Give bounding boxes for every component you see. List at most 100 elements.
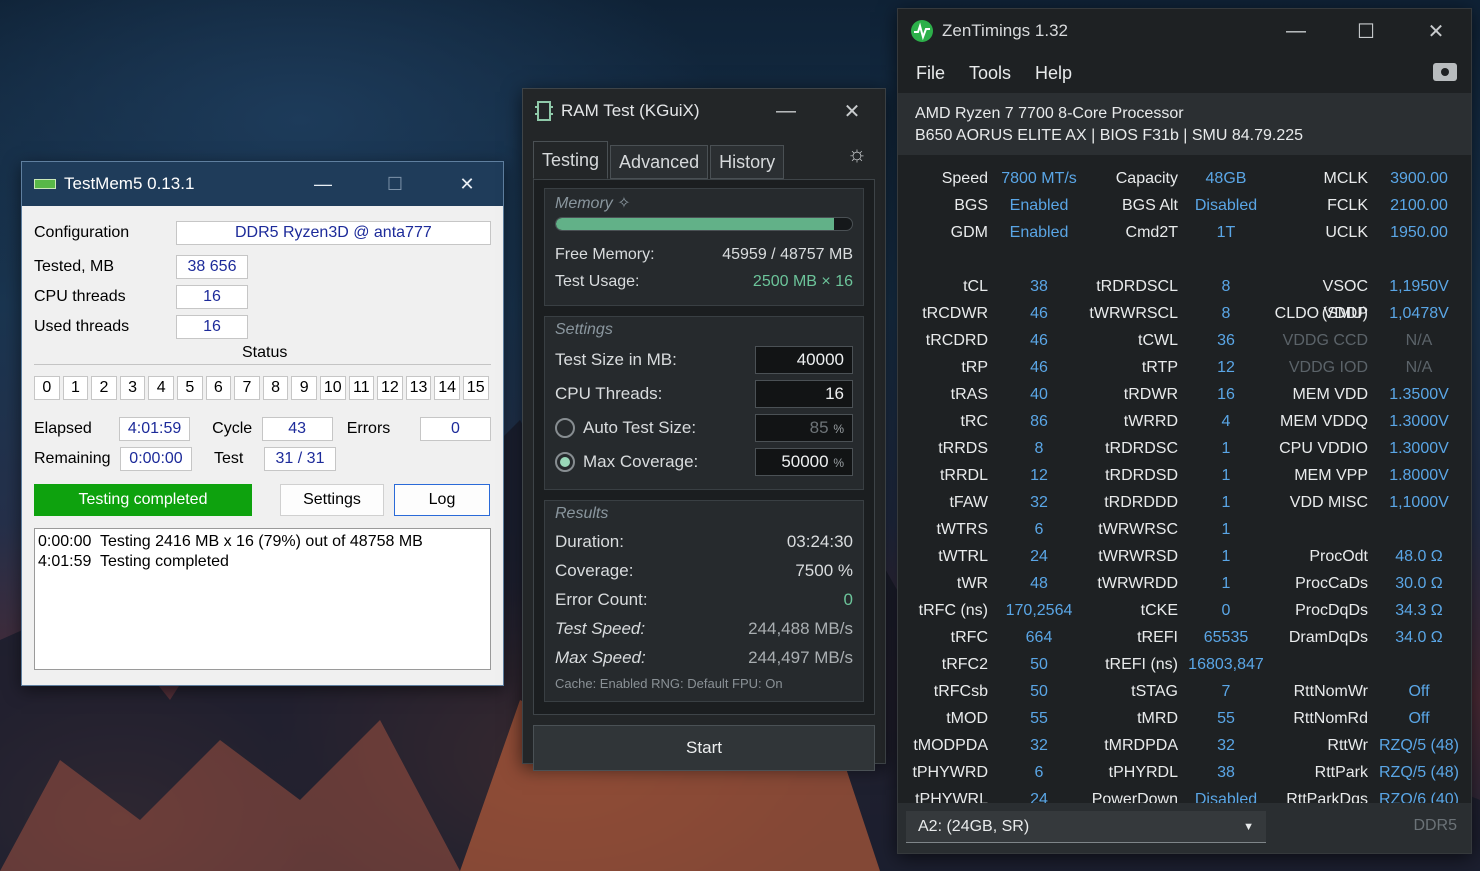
auto-test-size-radio[interactable]: [555, 418, 575, 439]
cpu-threads-label: CPU threads: [34, 288, 126, 305]
test-size-input[interactable]: 40000: [755, 346, 853, 374]
minimize-button[interactable]: —: [1261, 20, 1331, 43]
ramtest-titlebar[interactable]: RAM Test (KGuiX) — ✕: [523, 89, 885, 133]
minimize-button[interactable]: —: [753, 100, 819, 123]
timing-value: 1: [1221, 548, 1231, 565]
auto-test-size-label: Auto Test Size:: [583, 417, 697, 437]
menu-file[interactable]: File: [916, 63, 945, 84]
timing-label: tSTAG: [1131, 683, 1178, 700]
timing-label: tMRDPDA: [1104, 737, 1178, 754]
timing-label: tWR: [956, 575, 988, 592]
timing-value: 48.0 Ω: [1395, 548, 1443, 565]
testmem5-titlebar[interactable]: TestMem5 0.13.1 — ☐ ✕: [22, 162, 503, 206]
timing-label: tRCDRD: [925, 332, 988, 349]
timing-label: tCWL: [1138, 332, 1178, 349]
tab-testing[interactable]: Testing: [533, 141, 609, 179]
timing-value: Enabled: [1009, 224, 1069, 241]
thread-status-cell: 6: [205, 376, 232, 400]
timing-label: tPHYRDL: [1108, 764, 1178, 781]
test-usage-label: Test Usage:: [555, 272, 640, 290]
configuration-field[interactable]: DDR5 Ryzen3D @ anta777: [175, 221, 491, 245]
timing-label: CLDO VDDP: [1274, 305, 1368, 322]
screenshot-camera-icon[interactable]: [1433, 63, 1457, 81]
timing-label: tMRD: [1137, 710, 1178, 727]
maximize-button[interactable]: ☐: [359, 174, 431, 195]
tab-advanced[interactable]: Advanced: [610, 145, 709, 179]
timing-value: 12: [1030, 467, 1048, 484]
timing-label: tRRDL: [939, 467, 988, 484]
timing-label: BGS: [954, 197, 988, 214]
timing-value: 1.3500V: [1389, 386, 1449, 403]
window-title: RAM Test (KGuiX): [561, 101, 700, 120]
timing-label: tRFCsb: [933, 683, 988, 700]
timing-label: ProcOdt: [1309, 548, 1368, 565]
max-coverage-input[interactable]: 50000 %: [755, 448, 853, 476]
timing-label: tRTP: [1141, 359, 1178, 376]
log-button[interactable]: Log: [394, 484, 490, 516]
tab-history[interactable]: History: [710, 145, 785, 179]
timing-label: RttNomRd: [1293, 710, 1368, 727]
timing-label: MEM VDD: [1292, 386, 1368, 403]
timing-label: VDDG CCD: [1282, 332, 1368, 349]
timing-label: MEM VDDQ: [1280, 413, 1368, 430]
cycle-value: 43: [261, 417, 333, 441]
timing-label: VDD MISC: [1289, 494, 1368, 511]
elapsed-value: 4:01:59: [118, 417, 191, 441]
timing-value: 1: [1221, 575, 1231, 592]
auto-test-size-input[interactable]: 85 %: [755, 414, 853, 442]
timing-label: tREFI: [1137, 629, 1178, 646]
cpu-threads-input[interactable]: 16: [755, 380, 853, 408]
timing-value: 7: [1221, 683, 1231, 700]
timing-value: 1: [1221, 494, 1231, 511]
menu-help[interactable]: Help: [1035, 63, 1072, 84]
menu-tools[interactable]: Tools: [969, 63, 1011, 84]
timing-value: Disabled: [1194, 197, 1258, 214]
thread-status-cell: 13: [405, 376, 432, 400]
start-button[interactable]: Start: [533, 725, 875, 771]
close-button[interactable]: ✕: [431, 174, 503, 195]
timing-value: 0: [1221, 602, 1231, 619]
cpu-name: AMD Ryzen 7 7700 8-Core Processor: [915, 105, 1184, 122]
timing-value: N/A: [1405, 359, 1433, 376]
timing-value: 48GB: [1205, 170, 1247, 187]
maximize-button[interactable]: ☐: [1331, 19, 1401, 44]
timing-label: MCLK: [1323, 170, 1368, 187]
timing-label: MEM VPP: [1294, 467, 1368, 484]
minimize-button[interactable]: —: [287, 174, 359, 195]
timing-label: CPU VDDIO: [1279, 440, 1368, 457]
settings-group: Settings Test Size in MB: 40000 CPU Thre…: [544, 316, 864, 490]
engine-info: Cache: Enabled RNG: Default FPU: On: [555, 676, 783, 691]
free-memory-value: 45959 / 48757 MB: [722, 245, 853, 263]
timing-value: 16803,847: [1188, 656, 1264, 673]
thread-status-cell: 7: [234, 376, 260, 400]
log-output[interactable]: 0:00:00 Testing 2416 MB x 16 (79%) out o…: [34, 528, 491, 670]
test-value: 31 / 31: [264, 447, 336, 471]
remaining-label: Remaining: [34, 450, 111, 467]
timing-label: tWRRD: [1123, 413, 1178, 430]
timing-label: tRDRDDD: [1104, 494, 1178, 511]
tested-label: Tested, MB: [34, 258, 115, 275]
timing-value: 65535: [1203, 629, 1249, 646]
sparkle-icon: ✧: [617, 195, 631, 212]
thread-status-cell: 9: [291, 376, 317, 400]
thread-status-cell: 12: [377, 376, 403, 400]
timing-value: 4: [1221, 413, 1231, 430]
thread-status-cell: 10: [319, 376, 346, 400]
dimm-select[interactable]: A2: (24GB, SR) ▼: [906, 811, 1266, 843]
zentimings-titlebar[interactable]: ZenTimings 1.32 — ☐ ✕: [898, 9, 1471, 53]
timing-value: 38: [1030, 278, 1048, 295]
timing-label: tFAW: [949, 494, 988, 511]
thread-status-cell: 2: [91, 376, 117, 400]
timing-value: 664: [1025, 629, 1053, 646]
close-button[interactable]: ✕: [819, 99, 885, 124]
window-title: ZenTimings 1.32: [942, 21, 1068, 40]
timing-label: BGS Alt: [1121, 197, 1178, 214]
max-coverage-radio[interactable]: [555, 452, 575, 473]
timing-value: 1950.00: [1390, 224, 1448, 241]
close-button[interactable]: ✕: [1401, 19, 1471, 44]
settings-button[interactable]: Settings: [280, 484, 384, 516]
timing-value: 1: [1221, 521, 1231, 538]
timing-label: RttWr: [1327, 737, 1368, 754]
theme-icon[interactable]: ☼: [847, 141, 867, 167]
thread-status-cell: 4: [148, 376, 174, 400]
